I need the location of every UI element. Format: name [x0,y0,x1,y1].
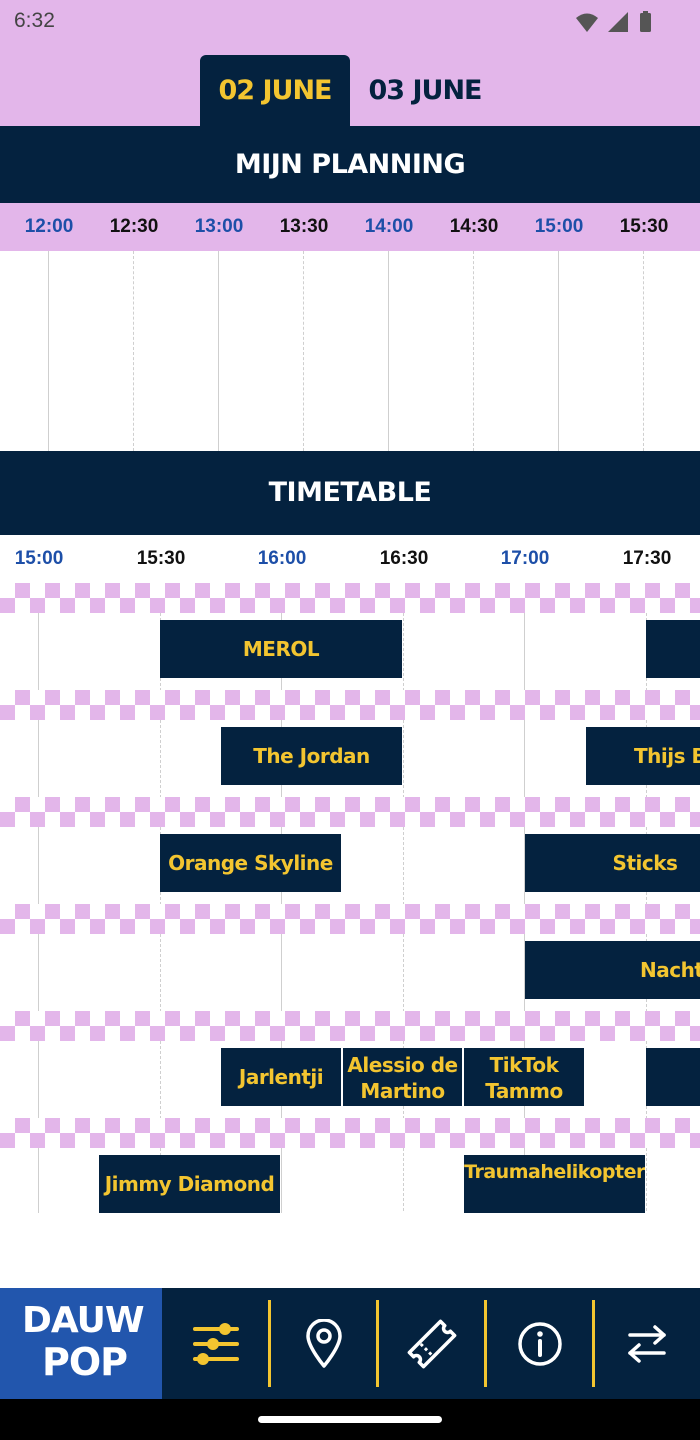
logo-text: DAUW [22,1300,145,1341]
time-label: 17:00 [500,548,550,569]
switch-button[interactable] [593,1288,700,1399]
filter-button[interactable] [162,1288,269,1399]
battery-icon [640,13,651,32]
grid-line [558,251,559,451]
time-label: 15:30 [136,548,186,569]
location-pin-icon [305,1318,342,1368]
filter-icon [192,1322,239,1365]
time-label: 14:00 [364,216,414,237]
time-label: 15:00 [14,548,64,569]
act-jarlentji[interactable]: Jarlentji [221,1048,341,1106]
act-tiktok-tammo[interactable]: TikTok Tammo [464,1048,584,1106]
act-alessio-de-martino[interactable]: Alessio de Martino [343,1048,462,1106]
act-merol[interactable]: MEROL [160,620,402,678]
act-block[interactable] [646,1048,700,1106]
grid-line [388,251,389,451]
grid-line [643,251,644,451]
logo-text: POP [42,1340,128,1384]
stage-divider [0,583,700,613]
info-icon [517,1321,562,1366]
time-label: 15:00 [534,216,584,237]
date-tabs: 02 JUNE 03 JUNE [0,44,700,126]
time-label: 14:30 [449,216,499,237]
timetable-time-axis[interactable]: 15:00 15:30 16:00 16:30 17:00 17:30 [0,535,700,583]
grid-line [48,251,49,451]
time-label: 16:00 [257,548,307,569]
act-jimmy-diamond[interactable]: Jimmy Diamond [99,1155,280,1213]
signal-icon [608,12,628,32]
dauwpop-logo[interactable]: DAUW POP [0,1288,162,1399]
act-orange-skyline[interactable]: Orange Skyline [160,834,341,892]
act-block[interactable] [646,620,700,678]
time-label: 12:30 [109,216,159,237]
stage-divider [0,1118,700,1148]
time-label: 13:30 [279,216,329,237]
status-time: 6:32 [14,9,55,32]
system-nav-bar [0,1399,700,1440]
grid-line [303,251,304,451]
tab-02-june[interactable]: 02 JUNE [200,55,350,126]
status-icons [576,11,651,32]
swap-arrows-icon [627,1324,666,1363]
time-label: 16:30 [379,548,429,569]
stage-divider [0,1011,700,1041]
act-traumahelikopter[interactable]: Traumahelikopter [464,1155,645,1213]
planning-grid[interactable] [0,251,700,451]
wifi-icon [576,13,598,32]
status-bar: 6:32 [0,0,700,44]
act-sticks[interactable]: Sticks [525,834,700,892]
act-the-jordan[interactable]: The Jordan [221,727,402,785]
grid-line [133,251,134,451]
map-button[interactable] [270,1288,377,1399]
timetable-grid[interactable]: MEROL The Jordan Thijs B Orange Skyline … [0,583,700,1213]
time-label: 15:30 [619,216,669,237]
time-label: 13:00 [194,216,244,237]
stage-divider [0,690,700,720]
grid-line [218,251,219,451]
time-label: 12:00 [24,216,74,237]
bottom-nav: DAUW POP [0,1288,700,1399]
tab-03-june[interactable]: 03 JUNE [350,55,500,126]
stage-divider [0,797,700,827]
home-indicator[interactable] [258,1416,442,1423]
grid-line [473,251,474,451]
info-button[interactable] [486,1288,593,1399]
time-label: 17:30 [622,548,672,569]
timetable-header: TIMETABLE [0,451,700,535]
planning-header: MIJN PLANNING [0,126,700,203]
act-nachtb[interactable]: Nachtb [525,941,700,999]
tickets-button[interactable] [378,1288,485,1399]
planning-time-axis[interactable]: 12:00 12:30 13:00 13:30 14:00 14:30 15:0… [0,203,700,251]
ticket-icon [407,1319,456,1368]
stage-divider [0,904,700,934]
act-thijs-b[interactable]: Thijs B [586,727,700,785]
